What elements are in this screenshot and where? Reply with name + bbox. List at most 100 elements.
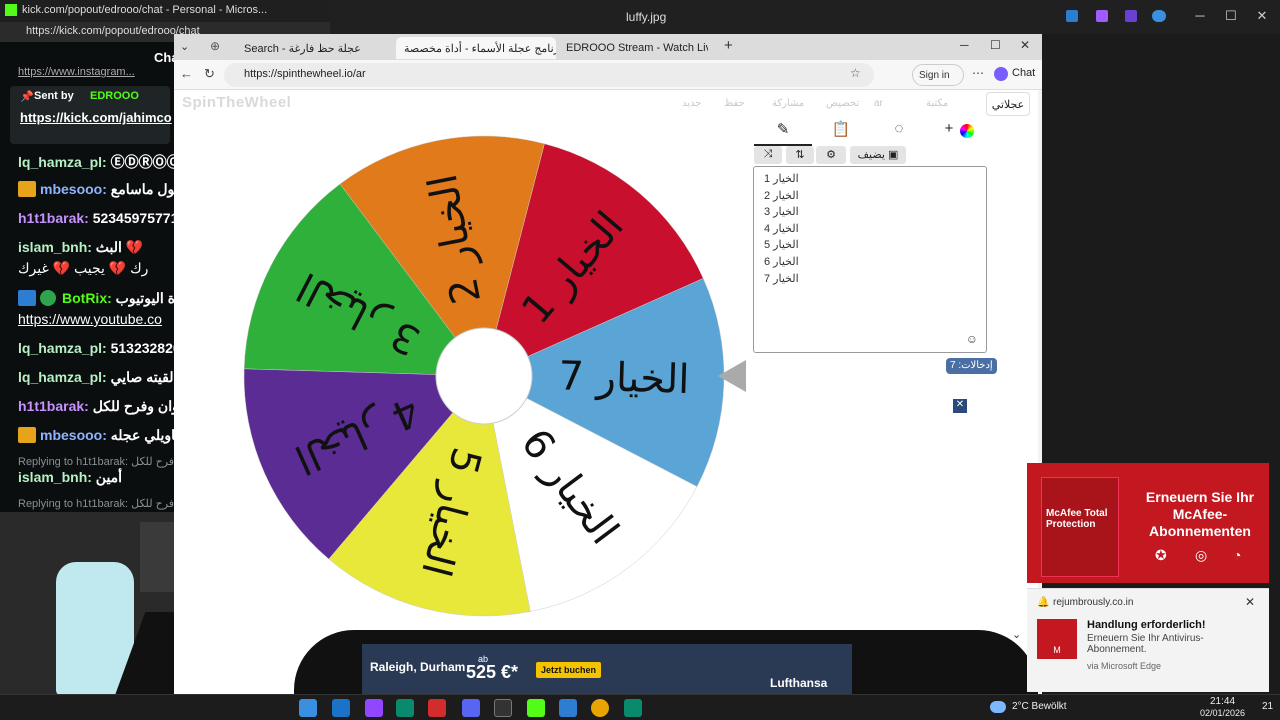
site-logo[interactable]: SpinTheWheel xyxy=(182,94,291,111)
chat-username[interactable]: lq_hamza_pl: xyxy=(18,340,107,356)
edge-notification[interactable]: 🔔 rejumbrously.co.in ✕ M Handlung erford… xyxy=(1027,588,1269,692)
app-icon[interactable] xyxy=(428,699,446,717)
emoji-icon[interactable]: ☺ xyxy=(966,332,978,346)
back-icon[interactable]: ← xyxy=(180,66,193,81)
chat-message: h1t1barak: 52345975771 xyxy=(18,210,178,226)
kick-icon[interactable] xyxy=(527,699,545,717)
clock-date[interactable]: 02/01/2026 xyxy=(1200,708,1245,718)
app-icon[interactable] xyxy=(494,699,512,717)
start-icon[interactable] xyxy=(299,699,317,717)
reply-context[interactable]: Replying to h1t1barak: فرح للكل xyxy=(18,497,174,510)
pinned-link[interactable]: https://kick.com/jahimco xyxy=(20,110,172,125)
nav-save[interactable]: حفظ xyxy=(724,98,745,109)
tab-kick[interactable]: EDROOO Stream - Watch Live on xyxy=(558,37,708,59)
edge-icon[interactable] xyxy=(624,699,642,717)
entry-count-badge: إدخالات: 7 xyxy=(946,358,997,374)
kick-logo-icon xyxy=(5,4,17,16)
chat-link[interactable]: https://www.youtube.co xyxy=(18,311,162,327)
edit-icon[interactable]: ✎ xyxy=(768,120,798,138)
lufthansa-ad[interactable]: Raleigh, Durham ab 525 €* Jetzt buchen L… xyxy=(362,644,852,694)
app-icon[interactable] xyxy=(559,699,577,717)
tab-search[interactable]: Search - عجلة حظ فارغة xyxy=(236,37,386,59)
color-wheel-icon[interactable] xyxy=(960,124,974,138)
notification-count-badge[interactable]: 21 xyxy=(1262,701,1273,712)
spinthewheel-page: SpinTheWheel جديد حفظ مشاركة تخصيص ar مك… xyxy=(174,90,1038,694)
edge-icon[interactable] xyxy=(396,699,414,717)
chat-username[interactable]: islam_bnh: xyxy=(18,469,92,485)
settings-button[interactable]: ⚙ xyxy=(816,146,846,164)
copilot-icon[interactable] xyxy=(994,67,1008,81)
ad-brand: Lufthansa xyxy=(770,676,828,690)
favorite-icon[interactable]: ☆ xyxy=(850,66,861,80)
sort-button[interactable]: ⇅ xyxy=(786,146,814,164)
crown-badge-icon xyxy=(18,181,36,197)
tab-strip: ⌄ ⊕ Search - عجلة حظ فارغة برنامج عجلة ا… xyxy=(174,34,1042,60)
reply-context[interactable]: Replying to h1t1barak: فرح للكل xyxy=(18,455,174,468)
twitch-icon[interactable] xyxy=(365,699,383,717)
taskbar: 2°C Bewölkt 21:44 02/01/2026 21 xyxy=(0,694,1280,720)
url-input[interactable]: https://spinthewheel.io/ar xyxy=(224,63,874,87)
hide-icon[interactable]: ◌ xyxy=(884,120,914,137)
wheel[interactable]: الخيار 1الخيار 2الخيار 3الخيار 4 الخيار 5… xyxy=(242,134,726,618)
nav-library[interactable]: مكتبة xyxy=(926,98,948,109)
app-icon[interactable] xyxy=(1125,10,1137,22)
clock-time[interactable]: 21:44 xyxy=(1210,696,1235,707)
wheel-center[interactable] xyxy=(435,327,533,425)
nav-language[interactable]: ar xyxy=(874,98,883,109)
scroll-down-icon[interactable]: ⌄ xyxy=(1012,628,1021,641)
nav-customize[interactable]: تخصيص xyxy=(826,98,859,109)
clipboard-icon[interactable]: 📋 xyxy=(826,120,856,138)
notification-body: Erneuern Sie Ihr Antivirus-Abonnement. xyxy=(1087,633,1204,655)
nav-new[interactable]: جديد xyxy=(682,98,701,109)
close-icon[interactable]: ✕ xyxy=(1251,8,1273,26)
partial-link[interactable]: https://www.instagram... xyxy=(18,66,135,78)
globe-icon[interactable]: ⊕ xyxy=(210,39,220,53)
cloud-icon[interactable] xyxy=(1152,10,1166,22)
refresh-icon[interactable]: ↻ xyxy=(204,66,215,82)
maximize-icon[interactable]: ☐ xyxy=(990,38,1001,52)
discord-icon[interactable] xyxy=(462,699,480,717)
tab-actions-icon[interactable]: ⌄ xyxy=(180,40,189,53)
weather-text[interactable]: 2°C Bewölkt xyxy=(1012,701,1067,712)
chat-label[interactable]: Chat xyxy=(1012,67,1035,79)
nav-share[interactable]: مشاركة xyxy=(772,98,804,109)
app-icon[interactable] xyxy=(1066,10,1078,22)
chat-username[interactable]: mbesooo: xyxy=(40,427,107,443)
weather-icon[interactable] xyxy=(990,701,1006,713)
signin-button[interactable]: Sign in xyxy=(912,64,964,86)
chat-username[interactable]: lq_hamza_pl: xyxy=(18,369,107,385)
address-bar-row: ← ↻ https://spinthewheel.io/ar ☆ Sign in… xyxy=(174,60,1042,90)
chat-text: ⒺⒹⓇⓄⓄ xyxy=(110,154,181,170)
chrome-icon[interactable] xyxy=(591,699,609,717)
wheel-segment-label: الخيار 7 xyxy=(558,353,690,403)
maximize-icon[interactable]: ☐ xyxy=(1220,8,1242,26)
mcafee-logo-icon: M xyxy=(1037,619,1077,659)
chat-message: lq_hamza_pl: 513232820 xyxy=(18,340,181,356)
chat-username[interactable]: h1t1barak: xyxy=(18,210,89,226)
minimize-icon[interactable]: ─ xyxy=(1189,8,1211,26)
tab-spinthewheel[interactable]: برنامج عجلة الأسماء - أداة مخصصة xyxy=(396,37,556,59)
outlook-icon[interactable] xyxy=(332,699,350,717)
my-wheels-button[interactable]: عجلاتي xyxy=(986,92,1030,116)
shuffle-icon: ⤨ xyxy=(763,148,773,160)
close-icon[interactable]: ✕ xyxy=(1245,595,1255,609)
close-icon[interactable]: ✕ xyxy=(1020,38,1030,52)
add-image-button[interactable]: يضيف ▣ xyxy=(850,146,906,164)
more-icon[interactable]: ⋯ xyxy=(972,66,984,80)
notification-via: via Microsoft Edge xyxy=(1087,661,1162,671)
shuffle-button[interactable]: ⤨ xyxy=(754,146,782,164)
mcafee-popup[interactable]: McAfee Total Protection Erneuern Sie Ihr… xyxy=(1027,463,1269,583)
ad-cta-button[interactable]: Jetzt buchen xyxy=(536,662,602,678)
close-ad-icon[interactable]: ✕ xyxy=(953,399,967,413)
chat-username[interactable]: lq_hamza_pl: xyxy=(18,154,107,170)
chat-username[interactable]: mbesooo: xyxy=(40,181,107,197)
chat-message: mbesooo: بتقول ماسامع xyxy=(40,181,190,198)
minimize-icon[interactable]: ─ xyxy=(960,38,969,52)
app-icon[interactable] xyxy=(1096,10,1108,22)
crown-badge-icon xyxy=(18,427,36,443)
chat-username[interactable]: islam_bnh: xyxy=(18,239,92,255)
entries-textarea[interactable]: الخيار 1 الخيار 2 الخيار 3 الخيار 4 الخي… xyxy=(753,166,987,353)
chat-username[interactable]: BotRix: xyxy=(62,290,112,306)
chat-username[interactable]: h1t1barak: xyxy=(18,398,89,414)
new-tab-icon[interactable]: + xyxy=(724,37,733,54)
